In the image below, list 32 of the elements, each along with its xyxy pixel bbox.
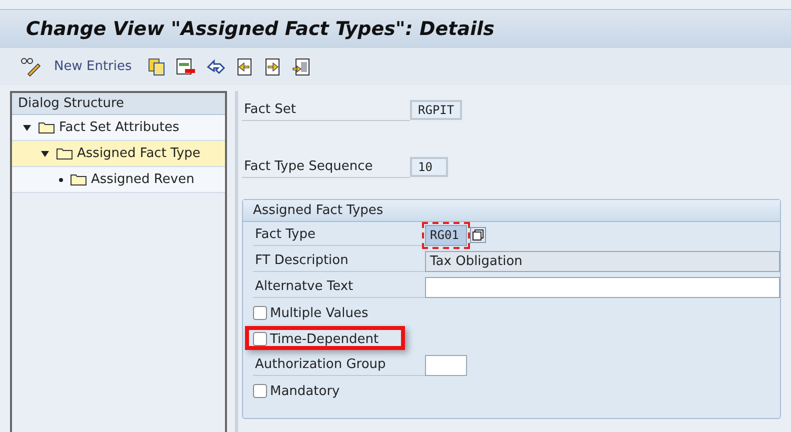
checkbox-label[interactable]: Mandatory (270, 384, 340, 398)
window-title: Change View "Assigned Fact Types": Details (26, 18, 494, 40)
checkbox-label[interactable]: Multiple Values (270, 306, 368, 320)
expanded-triangle-icon[interactable] (23, 124, 31, 130)
checkbox-label[interactable]: Time-Dependent (270, 332, 379, 346)
bullet-icon (59, 178, 63, 182)
panel-title: Dialog Structure (12, 93, 225, 115)
folder-icon (38, 121, 55, 134)
glasses-pencil-icon[interactable] (20, 56, 42, 76)
tree-item[interactable]: Assigned Fact Type (12, 141, 225, 167)
input-field[interactable]: Tax Obligation (425, 250, 780, 272)
checkbox[interactable] (253, 332, 267, 346)
input-field[interactable] (425, 276, 780, 298)
group-title: Assigned Fact Types (243, 200, 780, 222)
checkbox[interactable] (253, 384, 267, 398)
folder-icon (56, 147, 73, 160)
display-field: 10 (410, 157, 448, 177)
copy-icon[interactable] (148, 58, 166, 76)
folder-icon (70, 173, 87, 186)
tree-item[interactable]: Fact Set Attributes (12, 115, 225, 141)
expanded-triangle-icon[interactable] (41, 150, 49, 156)
display-field: RGPIT (410, 100, 462, 120)
input-field[interactable] (425, 354, 467, 376)
tree-item[interactable]: Assigned Reven (12, 167, 225, 193)
value-help-icon[interactable] (470, 227, 486, 243)
last-entry-icon[interactable] (292, 58, 310, 76)
new-entries-button[interactable]: New Entries (52, 59, 138, 74)
next-entry-icon[interactable] (264, 58, 282, 76)
delete-row-icon[interactable] (176, 58, 196, 76)
checkbox[interactable] (253, 306, 267, 320)
undo-icon[interactable] (206, 58, 226, 76)
previous-entry-icon[interactable] (236, 58, 254, 76)
